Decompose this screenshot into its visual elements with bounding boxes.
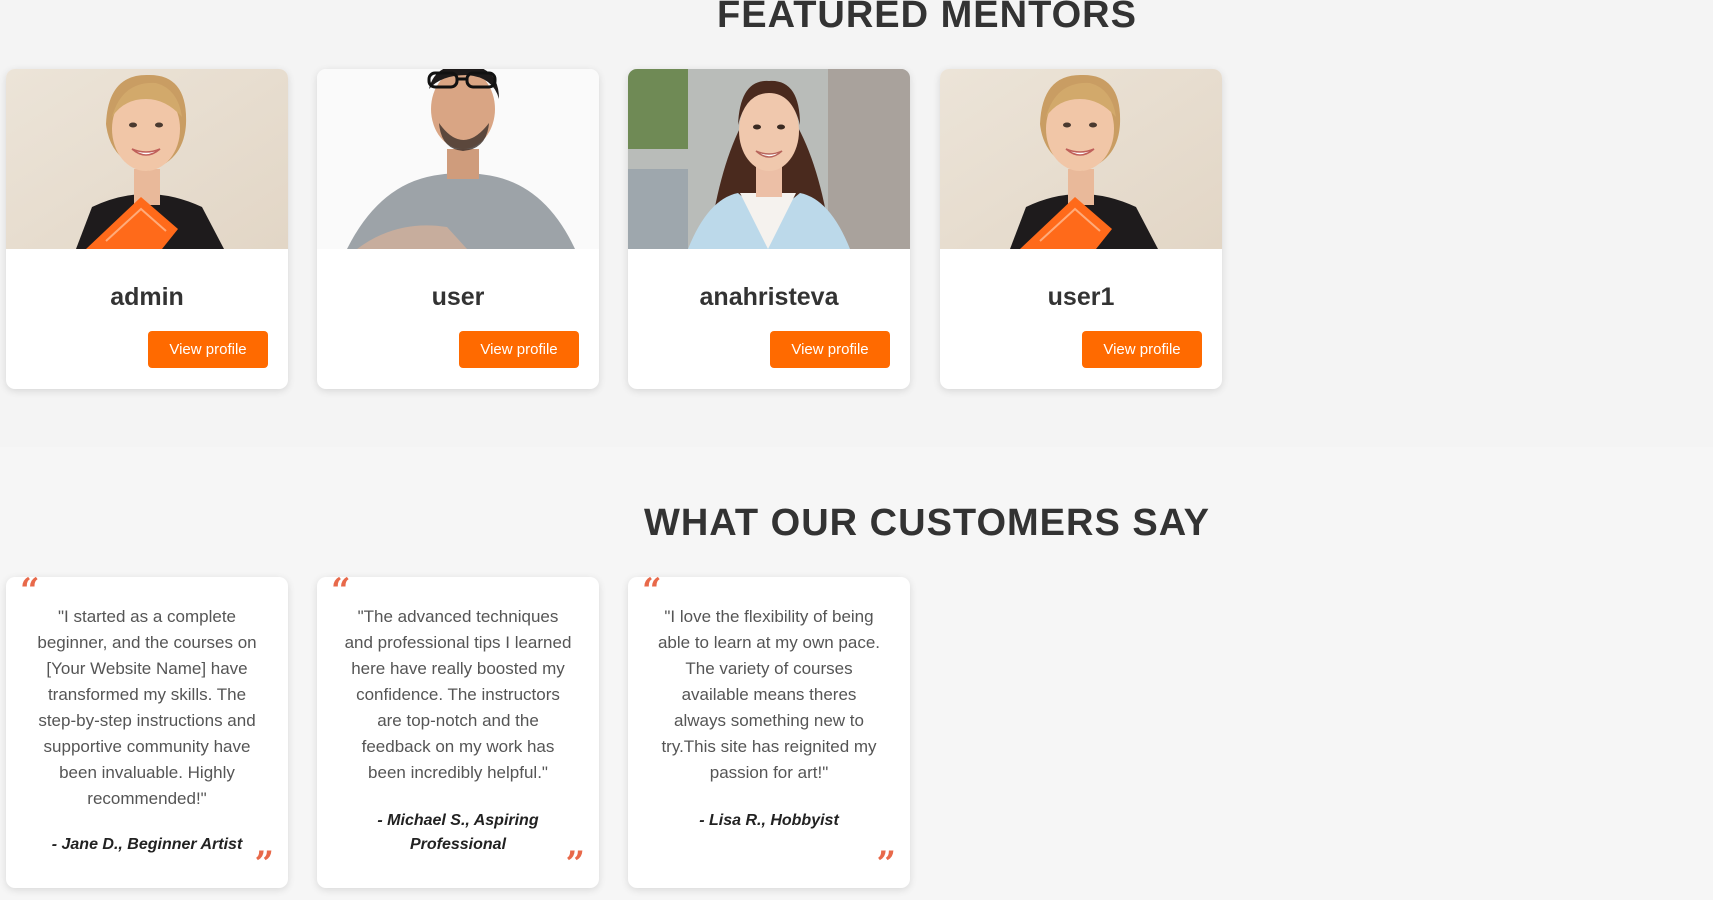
testimonial-author: - Jane D., Beginner Artist xyxy=(51,836,243,853)
customers-say-heading: WHAT OUR CUSTOMERS SAY xyxy=(643,502,1210,544)
mentor-photo xyxy=(6,69,288,249)
mentor-name: user xyxy=(431,283,485,311)
close-quote-icon: ” xyxy=(876,844,896,884)
testimonial-text: "I started as a complete beginner, and t… xyxy=(37,607,257,808)
mentor-photo xyxy=(317,69,599,249)
mentor-photo xyxy=(628,69,910,249)
mentor-name: user1 xyxy=(1047,283,1115,311)
testimonial-card: “ "I love the flexibility of being able … xyxy=(628,571,910,888)
mentor-photo xyxy=(940,69,1222,249)
mentor-card: anahristeva View profile xyxy=(628,69,910,389)
mentor-card: user View profile xyxy=(317,69,599,389)
mentor-card: admin View profile xyxy=(6,69,288,389)
testimonial-card: “ "The advanced techniques and professio… xyxy=(317,571,599,888)
close-quote-icon: ” xyxy=(254,844,274,884)
mentor-photo-woman-blonde-image xyxy=(6,69,288,249)
mentor-photo-woman-brunette-image xyxy=(628,69,910,249)
mentor-photo-man-glasses-image xyxy=(317,69,599,249)
close-quote-icon: ” xyxy=(565,844,585,884)
mentor-name: admin xyxy=(110,283,184,311)
featured-mentors-heading: FEATURED MENTORS xyxy=(717,0,1137,36)
view-profile-button[interactable]: View profile xyxy=(770,331,890,368)
testimonial-text: "The advanced techniques and professiona… xyxy=(344,607,572,782)
mentor-name: anahristeva xyxy=(699,283,839,311)
mentor-card: user1 View profile xyxy=(940,69,1222,389)
page: FEATURED MENTORS admin View profile user… xyxy=(0,0,1713,900)
view-profile-button[interactable]: View profile xyxy=(1082,331,1202,368)
mentor-photo-woman-blonde-image xyxy=(940,69,1222,249)
view-profile-button[interactable]: View profile xyxy=(459,331,579,368)
view-profile-button[interactable]: View profile xyxy=(148,331,268,368)
testimonial-author: - Lisa R., Hobbyist xyxy=(699,812,839,829)
testimonial-card: “ "I started as a complete beginner, and… xyxy=(6,571,288,888)
testimonial-author: - Michael S., Aspiring Professional xyxy=(377,812,539,853)
testimonial-text: "I love the flexibility of being able to… xyxy=(657,607,881,782)
